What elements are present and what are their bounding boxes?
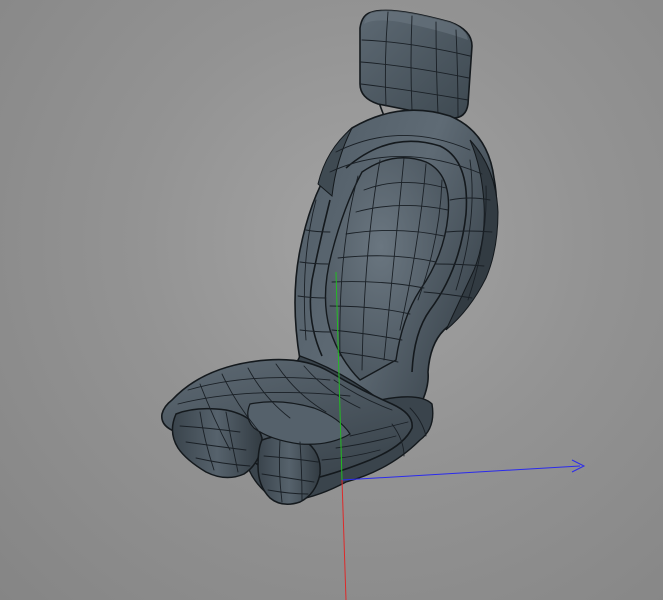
seat-right-bolster xyxy=(257,435,321,505)
z-axis-line xyxy=(341,479,347,600)
scene-canvas[interactable] xyxy=(0,0,663,600)
headrest[interactable] xyxy=(359,9,473,125)
3d-viewport[interactable] xyxy=(0,0,663,600)
